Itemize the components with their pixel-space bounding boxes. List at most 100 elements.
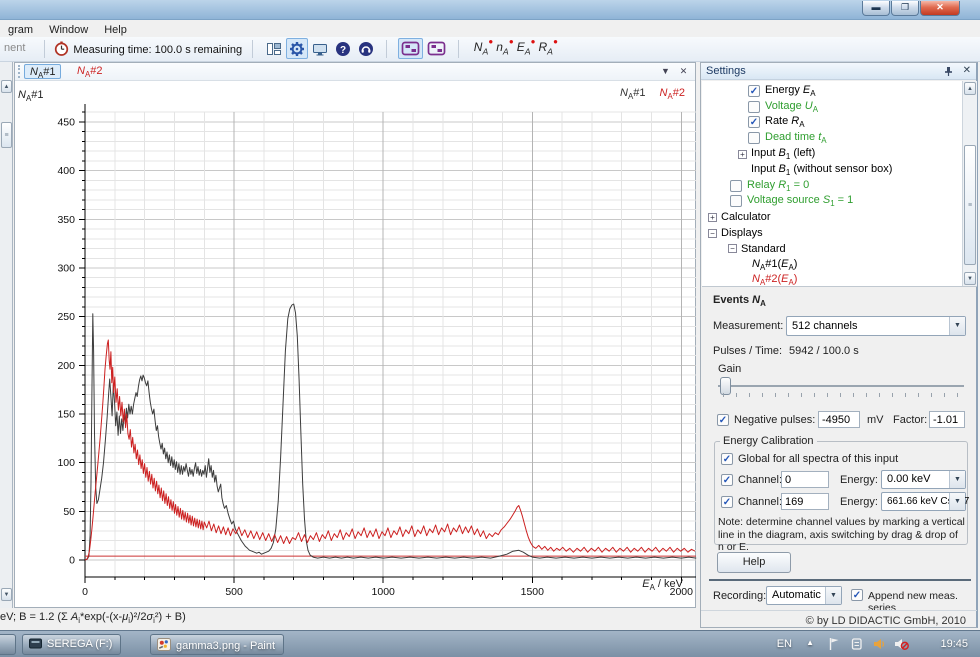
scroll-thumb[interactable]: ≡	[1, 122, 12, 148]
channel-input-1[interactable]	[781, 471, 829, 488]
expand-icon[interactable]: +	[738, 150, 747, 159]
tree-checkbox[interactable]: ✓	[748, 116, 760, 128]
chevron-down-icon[interactable]: ▼	[949, 471, 965, 488]
taskbar-button-label: SEREGA (F:)	[47, 638, 112, 650]
chevron-down-icon[interactable]: ▼	[949, 493, 965, 510]
menu-item-gram[interactable]: gram	[0, 22, 41, 38]
tree-item[interactable]: Input B1 (without sensor box)	[702, 162, 977, 178]
channel-checkbox-2[interactable]: ✓	[721, 496, 733, 508]
sensor-cassy-right-button[interactable]	[424, 38, 449, 59]
quantity-button-nA[interactable]: nA●	[493, 38, 511, 59]
pin-icon[interactable]	[943, 66, 954, 80]
channel-input-2[interactable]	[781, 493, 829, 510]
close-button[interactable]: ✕	[920, 1, 960, 16]
scroll-down-button[interactable]: ▼	[964, 272, 976, 285]
settings-gear-button[interactable]	[286, 38, 308, 59]
comment-field[interactable]: nent	[0, 37, 27, 54]
tree-item[interactable]: Voltage source S1 = 1	[702, 194, 977, 210]
collapse-icon[interactable]: −	[708, 229, 717, 238]
factor-label: Factor:	[893, 414, 927, 426]
tree-item-label: Voltage UA	[765, 100, 818, 114]
expand-icon[interactable]: +	[708, 213, 717, 222]
menu-item-window[interactable]: Window	[41, 22, 96, 38]
recording-label: Recording:	[713, 590, 766, 602]
tree-item-label: Energy EA	[765, 84, 816, 98]
tree-item[interactable]: ✓ Energy EA	[702, 83, 977, 99]
tree-item[interactable]: Voltage UA	[702, 99, 977, 115]
tree-item[interactable]: ✓Rate RA	[702, 115, 977, 131]
tree-checkbox[interactable]	[748, 101, 760, 113]
support-button[interactable]	[355, 38, 377, 59]
scroll-thumb[interactable]: ≡	[964, 145, 976, 265]
measurement-dropdown[interactable]: 512 channels ▼	[786, 316, 966, 336]
measurement-value: 512 channels	[792, 320, 857, 332]
left-pane-fragment: ▲ ≡ ▼	[0, 62, 13, 608]
svg-text:300: 300	[57, 263, 75, 275]
pane-close-icon[interactable]: ✕	[676, 64, 691, 78]
quantity-button-RA[interactable]: RA●	[535, 38, 555, 59]
energy-dropdown-2[interactable]: 661.66 keV Cs137 ▼	[881, 492, 966, 511]
clock[interactable]: 19:45	[940, 638, 968, 650]
svg-text:50: 50	[63, 506, 75, 518]
pane-collapse-icon[interactable]: ▼	[658, 64, 673, 78]
minimize-button[interactable]: ▬	[862, 1, 890, 16]
channel-checkbox-1[interactable]: ✓	[721, 474, 733, 486]
volume-muted-icon[interactable]	[894, 637, 909, 654]
tree-checkbox[interactable]	[748, 132, 760, 144]
display-button[interactable]	[309, 38, 331, 59]
taskbar-button-partial[interactable]	[0, 634, 16, 655]
scroll-up-button[interactable]: ▲	[1, 80, 12, 93]
recording-dropdown[interactable]: Automatic ▼	[766, 586, 842, 605]
spectrum-chart[interactable]: 0501001502002503003504004500500100015002…	[15, 83, 697, 609]
language-indicator[interactable]: EN	[777, 638, 792, 650]
global-label: Global for all spectra of this input	[738, 453, 898, 465]
stopwatch-icon	[54, 47, 69, 59]
scroll-up-button[interactable]: ▲	[964, 82, 976, 95]
tree-checkbox[interactable]	[730, 180, 742, 192]
tree-item[interactable]: NA#2(EA)	[702, 273, 977, 287]
menu-item-help[interactable]: Help	[96, 22, 135, 38]
energy-dropdown-1[interactable]: 0.00 keV ▼	[881, 470, 966, 489]
tree-scrollbar[interactable]: ▲ ≡ ▼	[962, 81, 977, 287]
flag-icon[interactable]	[828, 637, 840, 654]
tray-expand-icon[interactable]: ▲	[806, 638, 814, 647]
window-layout-button[interactable]	[263, 38, 285, 59]
append-checkbox[interactable]: ✓	[851, 589, 863, 601]
negative-pulses-input[interactable]	[818, 411, 860, 428]
restore-button[interactable]: ❐	[891, 1, 919, 16]
diagram-tab-1[interactable]: NA#1	[24, 64, 61, 79]
svg-text:0: 0	[69, 555, 75, 567]
quantity-button-NA[interactable]: NA●	[471, 38, 491, 59]
taskbar-button-2[interactable]: gamma3.png - Paint	[150, 634, 284, 655]
collapse-icon[interactable]: −	[728, 244, 737, 253]
audio-icon[interactable]	[873, 637, 886, 654]
quantity-button-EA[interactable]: EA●	[514, 38, 534, 59]
diagram-pane: ▼ ✕ NA#1NA#2 NA#1 NA#1NA#2 0501001502002…	[14, 62, 696, 608]
tree-item[interactable]: −Displays	[702, 225, 977, 241]
drag-grip-icon[interactable]	[18, 65, 21, 78]
factor-input[interactable]	[929, 411, 965, 428]
tree-checkbox[interactable]	[730, 195, 742, 207]
tree-item[interactable]: +Input B1 (left)	[702, 146, 977, 162]
tree-item[interactable]: NA#1(EA)	[702, 257, 977, 273]
sensor-cassy-left-button[interactable]	[398, 38, 423, 59]
action-center-icon[interactable]	[851, 637, 863, 654]
help-button[interactable]: Help	[717, 552, 791, 573]
tree-checkbox[interactable]: ✓	[748, 85, 760, 97]
global-checkbox[interactable]: ✓	[721, 453, 733, 465]
energy-label-1: Energy:	[840, 474, 878, 486]
gain-slider-track[interactable]	[718, 385, 964, 387]
negative-pulses-checkbox[interactable]: ✓	[717, 414, 729, 426]
chevron-down-icon[interactable]: ▼	[949, 317, 965, 335]
taskbar-button-1[interactable]: SEREGA (F:)	[22, 634, 121, 655]
tree-item[interactable]: +Calculator	[702, 209, 977, 225]
help-button[interactable]: ?	[332, 38, 354, 59]
tree-item[interactable]: Relay R1 = 0	[702, 178, 977, 194]
diagram-tab-2[interactable]: NA#2	[72, 64, 107, 79]
measuring-time-display: Measuring time: 100.0 s remaining	[54, 37, 242, 59]
chevron-down-icon[interactable]: ▼	[825, 587, 841, 604]
scroll-down-button[interactable]: ▼	[1, 588, 12, 601]
tree-item[interactable]: −Standard	[702, 241, 977, 257]
settings-close-icon[interactable]: ✕	[963, 65, 971, 76]
tree-item[interactable]: Dead time tA	[702, 130, 977, 146]
